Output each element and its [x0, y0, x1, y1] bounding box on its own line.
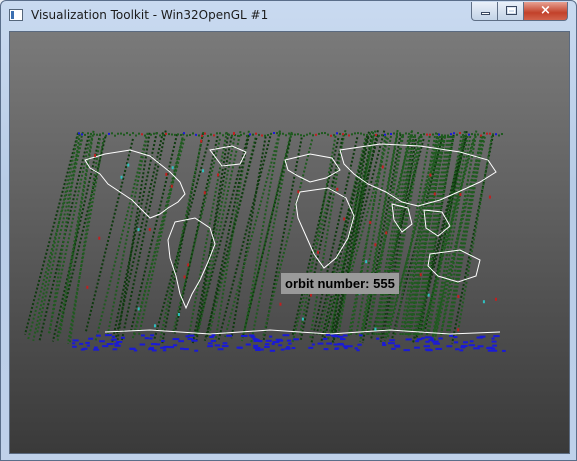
orbit-number-caption: orbit number: 555 [281, 273, 399, 294]
close-icon: × [540, 3, 551, 18]
vtk-window-icon[interactable] [9, 9, 23, 21]
minimize-icon [481, 12, 490, 15]
window-title: Visualization Toolkit - Win32OpenGL #1 [31, 8, 269, 22]
low-latitude-points [72, 334, 506, 352]
orbit-track-scene [24, 129, 506, 352]
maximize-icon [506, 6, 517, 15]
minimize-button[interactable] [471, 2, 498, 21]
close-button[interactable]: × [523, 2, 568, 21]
maximize-button[interactable] [497, 2, 524, 21]
render-viewport[interactable]: orbit number: 555 [9, 31, 570, 454]
orbit-tracks [24, 129, 495, 345]
app-window: Visualization Toolkit - Win32OpenGL #1 ×… [0, 0, 577, 461]
title-bar[interactable]: Visualization Toolkit - Win32OpenGL #1 × [1, 1, 576, 31]
